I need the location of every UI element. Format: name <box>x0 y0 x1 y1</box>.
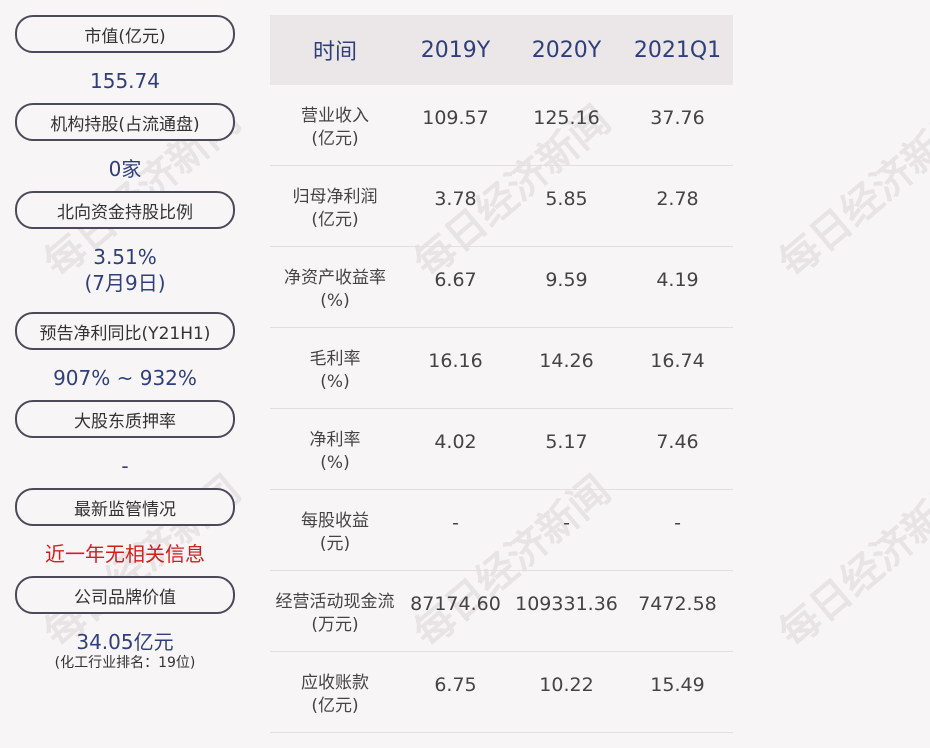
pledge-ratio-label: 大股东质押率 <box>15 400 235 438</box>
cell-value: 87174.60 <box>410 593 501 615</box>
row-label: 营业收入 (亿元) <box>270 85 400 165</box>
table-row: 应收账款 (亿元) 6.75 10.22 15.49 <box>270 652 733 733</box>
northbound-holdings-label: 北向资金持股比例 <box>15 191 235 229</box>
metric-unit: (%) <box>320 291 350 311</box>
metric-unit: (%) <box>320 453 350 473</box>
cell-value: - <box>674 512 681 534</box>
brand-value-rank: (化工行业排名：19位) <box>54 655 196 671</box>
metric-name: 每股收益 <box>301 511 369 531</box>
header-2021q1: 2021Q1 <box>633 37 722 63</box>
row-label: 毛利率 (%) <box>270 328 400 408</box>
cell-value: 14.26 <box>539 350 594 372</box>
metric-name: 营业收入 <box>301 106 369 126</box>
cell-value: 3.78 <box>434 188 477 210</box>
metric-unit: (万元) <box>311 615 359 635</box>
cell-value: 125.16 <box>533 107 600 129</box>
header-2020y: 2020Y <box>531 37 602 63</box>
row-label: 净利率 (%) <box>270 409 400 489</box>
metric-name: 经营活动现金流 <box>275 592 395 612</box>
table-row: 净利率 (%) 4.02 5.17 7.46 <box>270 409 733 490</box>
header-2019y: 2019Y <box>420 37 491 63</box>
metric-unit: (亿元) <box>311 696 359 716</box>
table-row: 归母净利润 (亿元) 3.78 5.85 2.78 <box>270 166 733 247</box>
cell-value: 9.59 <box>545 269 588 291</box>
table-row: 毛利率 (%) 16.16 14.26 16.74 <box>270 328 733 409</box>
cell-value: 16.74 <box>650 350 705 372</box>
regulatory-status-value: 近一年无相关信息 <box>45 542 205 566</box>
brand-value-label: 公司品牌价值 <box>15 576 235 614</box>
cell-value: 5.85 <box>545 188 588 210</box>
institutional-holdings-value: 0家 <box>108 157 142 181</box>
cell-value: 7.46 <box>656 431 699 453</box>
table-row: 每股收益 (元) - - - <box>270 490 733 571</box>
watermark: 每日经济新闻 <box>770 466 930 657</box>
table-row: 经营活动现金流 (万元) 87174.60 109331.36 7472.58 <box>270 571 733 652</box>
cell-value: 6.75 <box>434 674 477 696</box>
metric-unit: (亿元) <box>311 210 359 230</box>
cell-value: 10.22 <box>539 674 594 696</box>
cell-value: 37.76 <box>650 107 705 129</box>
cell-value: 109331.36 <box>515 593 618 615</box>
cell-value: 2.78 <box>656 188 699 210</box>
row-label: 净资产收益率 (%) <box>270 247 400 327</box>
metric-name: 应收账款 <box>301 673 369 693</box>
table-row: 营业收入 (亿元) 109.57 125.16 37.76 <box>270 85 733 166</box>
cell-value: 16.16 <box>428 350 483 372</box>
row-label: 应收账款 (亿元) <box>270 652 400 732</box>
table-header: 时间 2019Y 2020Y 2021Q1 <box>270 15 733 85</box>
metric-name: 净利率 <box>309 430 361 450</box>
pledge-ratio-value: - <box>121 454 129 478</box>
market-cap-value: 155.74 <box>90 69 160 93</box>
metric-unit: (元) <box>319 534 351 554</box>
table-row: 净资产收益率 (%) 6.67 9.59 4.19 <box>270 247 733 328</box>
row-label: 每股收益 (元) <box>270 490 400 570</box>
metric-name: 归母净利润 <box>292 187 378 207</box>
row-label: 归母净利润 (亿元) <box>270 166 400 246</box>
regulatory-status-label: 最新监管情况 <box>15 488 235 526</box>
cell-value: - <box>563 512 570 534</box>
cell-value: - <box>452 512 459 534</box>
northbound-holdings-date: (7月9日) <box>84 271 166 295</box>
brand-value-value: 34.05亿元 (化工行业排名：19位) <box>15 629 235 671</box>
metric-name: 净资产收益率 <box>284 268 386 288</box>
metric-name: 毛利率 <box>309 349 361 369</box>
metric-unit: (%) <box>320 372 350 392</box>
metric-unit: (亿元) <box>311 129 359 149</box>
institutional-holdings-label: 机构持股(占流通盘) <box>15 103 235 141</box>
row-label: 经营活动现金流 (万元) <box>270 571 400 651</box>
cell-value: 109.57 <box>422 107 489 129</box>
cell-value: 4.02 <box>434 431 477 453</box>
profit-forecast-value: 907% ~ 932% <box>53 366 197 390</box>
cell-value: 4.19 <box>656 269 699 291</box>
brand-value-amount: 34.05亿元 <box>76 630 174 654</box>
cell-value: 5.17 <box>545 431 588 453</box>
financial-table: 时间 2019Y 2020Y 2021Q1 营业收入 (亿元) 109.57 12… <box>270 15 733 733</box>
key-metrics-panel: 市值(亿元) 155.74 机构持股(占流通盘) 0家 北向资金持股比例 3.5… <box>15 15 235 671</box>
profit-forecast-label: 预告净利同比(Y21H1) <box>15 312 235 350</box>
watermark: 每日经济新闻 <box>770 96 930 287</box>
cell-value: 7472.58 <box>638 593 717 615</box>
market-cap-label: 市值(亿元) <box>15 15 235 53</box>
cell-value: 6.67 <box>434 269 477 291</box>
northbound-holdings-value: 3.51% <box>93 245 157 269</box>
header-time: 时间 <box>312 40 357 65</box>
cell-value: 15.49 <box>650 674 705 696</box>
